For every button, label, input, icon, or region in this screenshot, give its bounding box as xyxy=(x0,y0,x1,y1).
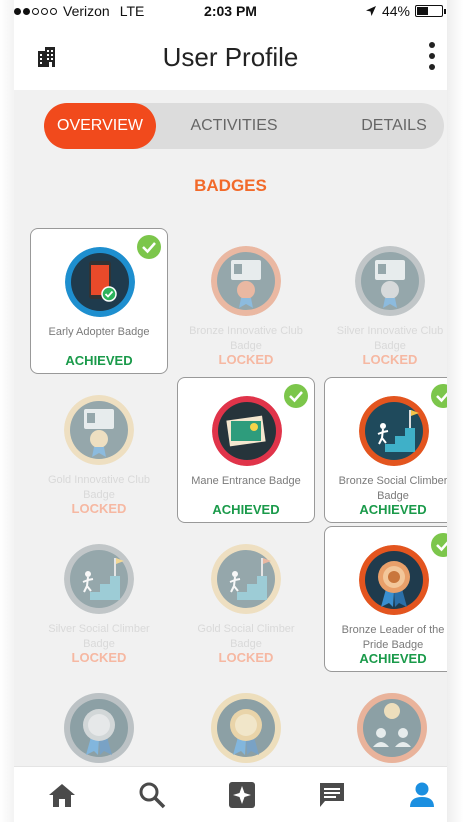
badge-status: ACHIEVED xyxy=(65,353,133,368)
badge-card[interactable]: Early Adopter Badge ACHIEVED xyxy=(30,228,168,374)
badge-card[interactable]: Silver Innovative Club Badge LOCKED xyxy=(321,228,447,374)
profile-icon[interactable] xyxy=(406,779,438,811)
badge-card[interactable]: Bronze Leader of the Pride Badge ACHIEVE… xyxy=(324,526,447,672)
badge-status: LOCKED xyxy=(71,650,127,665)
badge-card[interactable]: Gold Social Climber Badge LOCKED xyxy=(177,526,315,672)
badge-name: Silver Innovative Club Badge xyxy=(336,325,444,352)
star-card-icon[interactable] xyxy=(226,779,258,811)
location-arrow-icon xyxy=(365,6,376,16)
badge-status: ACHIEVED xyxy=(359,502,427,517)
section-title: BADGES xyxy=(194,176,267,195)
badge-name: Early Adopter Badge xyxy=(48,326,150,338)
stairs-10-icon xyxy=(359,396,429,466)
id-card-75-icon xyxy=(355,246,425,316)
badge-name: Gold Social Climber Badge xyxy=(197,623,295,650)
frame-edge-right xyxy=(447,0,463,822)
tab-details[interactable]: DETAILS xyxy=(344,103,444,149)
badge-status: ACHIEVED xyxy=(359,651,427,666)
tab-overview[interactable]: OVERVIEW xyxy=(44,103,156,149)
id-card-90-icon xyxy=(64,395,134,465)
achieved-check-icon xyxy=(137,235,161,259)
status-right: 44% xyxy=(365,3,446,19)
achieved-check-icon xyxy=(431,384,447,408)
lion-medal-icon[interactable] xyxy=(64,693,134,763)
stairs-100-icon xyxy=(64,544,134,614)
phone-icon xyxy=(65,247,135,317)
battery-icon xyxy=(415,5,446,17)
badge-name: Mane Entrance Badge xyxy=(191,475,301,487)
badge-card[interactable]: Bronze Innovative Club Badge LOCKED xyxy=(177,228,315,374)
more-vertical-icon[interactable] xyxy=(425,42,439,70)
badge-status: ACHIEVED xyxy=(212,502,280,517)
badge-status: LOCKED xyxy=(218,352,274,367)
photo-icon xyxy=(212,396,282,466)
tab-activities[interactable]: ACTIVITIES xyxy=(164,103,304,149)
page-title: User Profile xyxy=(162,42,299,72)
app-screen: Verizon LTE 2:03 PM 44% User Profile OVE… xyxy=(14,0,447,822)
status-bar: Verizon LTE 2:03 PM 44% xyxy=(14,0,447,22)
badge-name: Bronze Leader of the Pride Badge xyxy=(341,624,445,651)
search-icon[interactable] xyxy=(136,779,168,811)
lion-medal-icon xyxy=(359,545,429,615)
badge-card[interactable]: Bronze Social Climber Badge ACHIEVED xyxy=(324,377,447,523)
bottom-tab-bar xyxy=(14,766,447,822)
achieved-check-icon xyxy=(431,533,447,557)
badge-name: Bronze Innovative Club Badge xyxy=(189,325,303,352)
battery-percent: 44% xyxy=(381,3,410,19)
frame-edge-left xyxy=(0,0,14,822)
profile-tabs: OVERVIEW ACTIVITIES DETAILS xyxy=(44,103,444,149)
people-5-icon[interactable] xyxy=(357,693,427,763)
badge-name: Bronze Social Climber Badge xyxy=(338,475,447,502)
badge-name: Gold Innovative Club Badge xyxy=(47,474,151,501)
badge-name: Silver Social Climber Badge xyxy=(48,623,150,650)
stairs-1000-icon xyxy=(211,544,281,614)
badge-status: LOCKED xyxy=(71,501,127,516)
lion-medal-icon[interactable] xyxy=(211,693,281,763)
id-card-50-icon xyxy=(211,246,281,316)
badge-status: LOCKED xyxy=(218,650,274,665)
badge-status: LOCKED xyxy=(362,352,418,367)
badge-card[interactable]: Mane Entrance Badge ACHIEVED xyxy=(177,377,315,523)
badge-card[interactable]: Silver Social Climber Badge LOCKED xyxy=(30,526,168,672)
navigation-bar: User Profile xyxy=(14,22,447,90)
badge-card[interactable]: Gold Innovative Club Badge LOCKED xyxy=(30,377,168,523)
achieved-check-icon xyxy=(284,384,308,408)
chat-icon[interactable] xyxy=(316,779,348,811)
home-icon[interactable] xyxy=(46,779,78,811)
